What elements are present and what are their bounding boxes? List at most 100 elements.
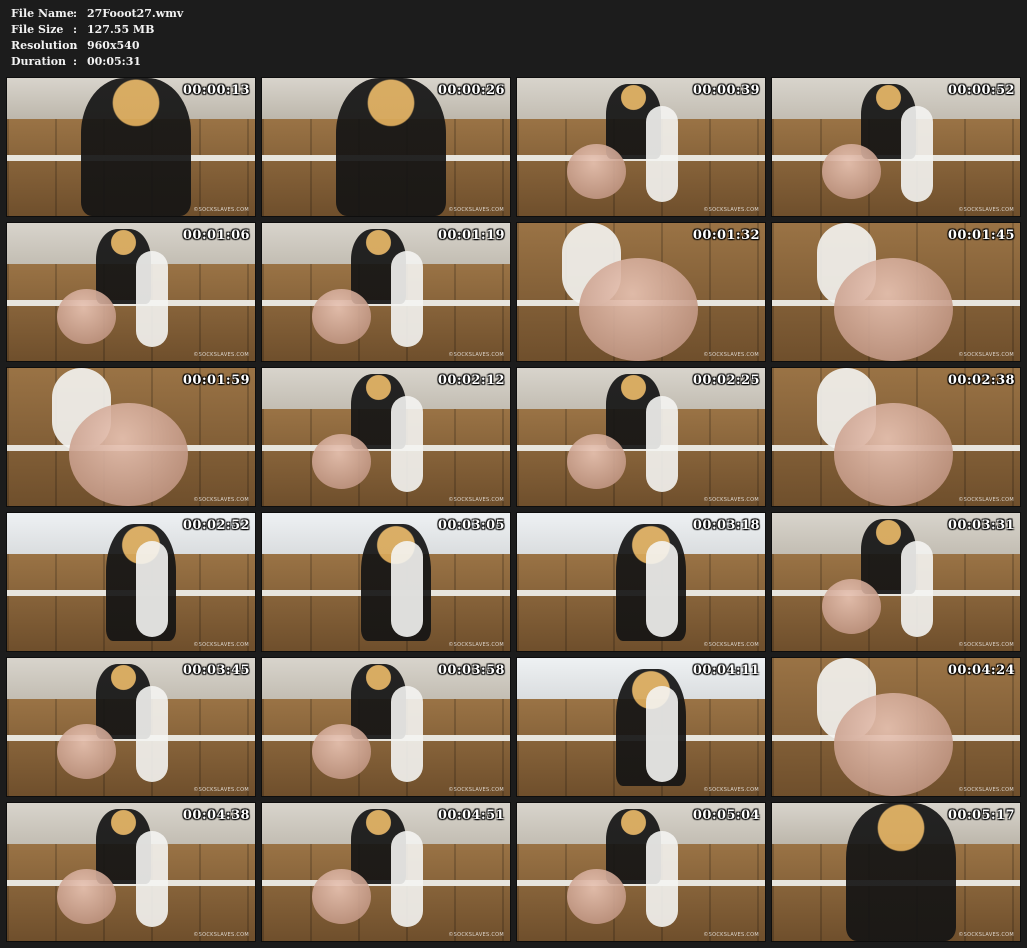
thumbnail-frame [262,803,510,941]
frame-head [579,257,699,361]
timestamp-label: 00:02:25 [692,373,760,388]
watermark-text: ©SOCKSLAVES.COM [193,932,249,938]
timestamp-label: 00:04:51 [437,808,505,823]
thumbnail-frame [772,513,1020,651]
timestamp-label: 00:05:04 [692,808,760,823]
frame-head [834,257,954,361]
thumbnail-frame [772,223,1020,361]
video-thumbnail: 00:04:24 ©SOCKSLAVES.COM [771,657,1021,797]
file-info-key: Resolution [11,39,78,52]
frame-head [69,402,189,506]
frame-sock [390,395,424,493]
file-info-panel: File Name:27Fooot27.wmv File Size:127.55 … [11,6,183,70]
timestamp-label: 00:00:13 [182,83,250,98]
frame-sock [900,540,934,638]
file-info-row: Resolution:960x540 [11,38,183,54]
frame-head [311,434,372,490]
frame-person [846,803,956,941]
video-thumbnail: 00:03:18 ©SOCKSLAVES.COM [516,512,766,652]
watermark-text: ©SOCKSLAVES.COM [703,352,759,358]
watermark-text: ©SOCKSLAVES.COM [448,352,504,358]
video-thumbnail: 00:02:52 ©SOCKSLAVES.COM [6,512,256,652]
watermark-text: ©SOCKSLAVES.COM [703,497,759,503]
timestamp-label: 00:03:58 [437,663,505,678]
thumbnail-frame [7,78,255,216]
timestamp-label: 00:01:45 [947,228,1015,243]
frame-sock [645,685,679,783]
timestamp-label: 00:02:38 [947,373,1015,388]
video-thumbnail: 00:01:19 ©SOCKSLAVES.COM [261,222,511,362]
video-thumbnail: 00:03:05 ©SOCKSLAVES.COM [261,512,511,652]
file-info-separator: : [73,23,78,36]
watermark-text: ©SOCKSLAVES.COM [958,787,1014,793]
timestamp-label: 00:02:52 [182,518,250,533]
video-thumbnail: 00:03:58 ©SOCKSLAVES.COM [261,657,511,797]
thumbnail-frame [262,368,510,506]
thumbnail-frame [517,78,765,216]
frame-head [566,144,627,200]
watermark-text: ©SOCKSLAVES.COM [448,207,504,213]
watermark-text: ©SOCKSLAVES.COM [448,932,504,938]
video-thumbnail: 00:02:12 ©SOCKSLAVES.COM [261,367,511,507]
frame-sock [135,830,169,928]
thumbnail-frame [772,658,1020,796]
frame-head [56,869,117,925]
timestamp-label: 00:03:31 [947,518,1015,533]
watermark-text: ©SOCKSLAVES.COM [703,642,759,648]
timestamp-label: 00:03:05 [437,518,505,533]
watermark-text: ©SOCKSLAVES.COM [958,352,1014,358]
thumbnail-frame [517,803,765,941]
watermark-text: ©SOCKSLAVES.COM [193,787,249,793]
thumbnail-frame [517,513,765,651]
file-info-key: File Size [11,23,64,36]
frame-head [566,434,627,490]
video-thumbnail: 00:01:06 ©SOCKSLAVES.COM [6,222,256,362]
video-thumbnail: 00:00:13 ©SOCKSLAVES.COM [6,77,256,217]
video-thumbnail: 00:04:11 ©SOCKSLAVES.COM [516,657,766,797]
watermark-text: ©SOCKSLAVES.COM [193,497,249,503]
watermark-text: ©SOCKSLAVES.COM [193,642,249,648]
file-info-value: 960x540 [87,39,140,52]
thumbnail-frame [517,658,765,796]
watermark-text: ©SOCKSLAVES.COM [703,932,759,938]
file-info-row: Duration:00:05:31 [11,54,183,70]
thumbnail-frame [7,658,255,796]
timestamp-label: 00:00:52 [947,83,1015,98]
timestamp-label: 00:00:39 [692,83,760,98]
watermark-text: ©SOCKSLAVES.COM [703,787,759,793]
frame-sock [645,540,679,638]
thumbnail-frame [7,223,255,361]
thumbnail-frame [772,368,1020,506]
watermark-text: ©SOCKSLAVES.COM [448,787,504,793]
watermark-text: ©SOCKSLAVES.COM [193,352,249,358]
video-thumbnail: 00:01:45 ©SOCKSLAVES.COM [771,222,1021,362]
frame-person [81,78,191,216]
frame-sock [135,250,169,348]
thumbnail-grid: 00:00:13 ©SOCKSLAVES.COM 00:00:26 ©SOCKSLAV… [6,77,1021,942]
frame-head [566,869,627,925]
file-info-separator: : [73,39,78,52]
video-thumbnail: 00:05:17 ©SOCKSLAVES.COM [771,802,1021,942]
timestamp-label: 00:03:18 [692,518,760,533]
timestamp-label: 00:01:59 [182,373,250,388]
frame-head [821,579,882,635]
thumbnail-frame [7,803,255,941]
video-thumbnail: 00:00:26 ©SOCKSLAVES.COM [261,77,511,217]
video-thumbnail: 00:01:59 ©SOCKSLAVES.COM [6,367,256,507]
watermark-text: ©SOCKSLAVES.COM [958,932,1014,938]
video-thumbnail: 00:04:51 ©SOCKSLAVES.COM [261,802,511,942]
thumbnail-frame [262,513,510,651]
frame-head [56,289,117,345]
video-thumbnail: 00:01:32 ©SOCKSLAVES.COM [516,222,766,362]
video-thumbnail: 00:04:38 ©SOCKSLAVES.COM [6,802,256,942]
file-info-separator: : [73,7,78,20]
timestamp-label: 00:04:11 [692,663,760,678]
file-info-row: File Name:27Fooot27.wmv [11,6,183,22]
thumbnail-frame [772,803,1020,941]
timestamp-label: 00:05:17 [947,808,1015,823]
frame-sock [645,395,679,493]
thumbnail-frame [7,368,255,506]
timestamp-label: 00:00:26 [437,83,505,98]
thumbnail-frame [262,78,510,216]
frame-head [311,869,372,925]
